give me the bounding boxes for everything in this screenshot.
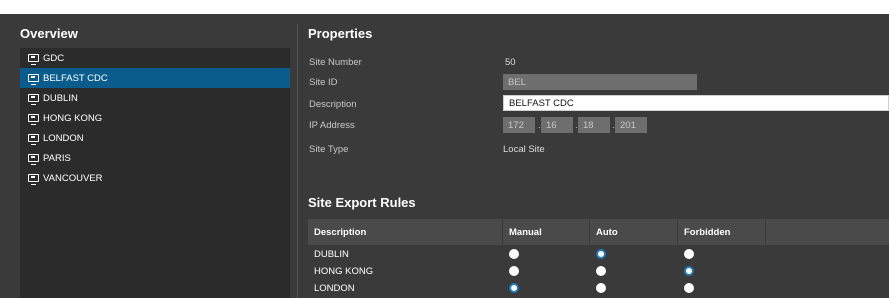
site-item-label: PARIS	[43, 152, 71, 164]
panel-divider	[297, 24, 298, 298]
properties-title: Properties	[308, 26, 373, 41]
site-export-rules-title: Site Export Rules	[308, 195, 416, 210]
site-icon	[28, 94, 39, 105]
auto-radio[interactable]	[596, 249, 606, 259]
site-icon	[28, 74, 39, 85]
ip-address-label: IP Address	[309, 120, 355, 131]
site-item-label: HONG KONG	[43, 112, 103, 124]
site-number-value: 50	[505, 57, 516, 68]
column-separator	[677, 219, 678, 245]
site-item-label: GDC	[43, 52, 65, 64]
ip-octet-3[interactable]: 18	[578, 117, 610, 133]
column-header-forbidden: Forbidden	[684, 227, 731, 238]
site-id-label: Site ID	[309, 77, 338, 88]
site-item-vancouver[interactable]: VANCOUVER	[20, 168, 290, 188]
rule-site-name: DUBLIN	[314, 249, 349, 260]
app-window: Overview GDC BELFAST CDC DUBLIN HONG KON…	[0, 14, 889, 298]
ip-octet-4[interactable]: 201	[615, 117, 647, 133]
description-input[interactable]: BELFAST CDC	[503, 95, 889, 111]
column-header-description: Description	[314, 227, 367, 238]
forbidden-radio[interactable]	[684, 249, 694, 259]
site-icon	[28, 154, 39, 165]
rules-table-header: Description Manual Auto Forbidden	[308, 219, 889, 245]
site-type-value: Local Site	[503, 144, 545, 155]
overview-panel: Overview GDC BELFAST CDC DUBLIN HONG KON…	[11, 14, 290, 298]
site-icon	[28, 134, 39, 145]
forbidden-radio[interactable]	[684, 283, 694, 293]
site-item-belfast-cdc[interactable]: BELFAST CDC	[20, 68, 290, 88]
overview-title: Overview	[20, 26, 78, 41]
column-header-manual: Manual	[509, 227, 542, 238]
site-item-gdc[interactable]: GDC	[20, 48, 290, 68]
site-item-label: VANCOUVER	[43, 172, 103, 184]
auto-radio[interactable]	[596, 266, 606, 276]
table-row: LONDON	[308, 280, 889, 297]
column-header-auto: Auto	[596, 227, 618, 238]
manual-radio[interactable]	[509, 266, 519, 276]
auto-radio[interactable]	[596, 283, 606, 293]
site-item-label: DUBLIN	[43, 92, 78, 104]
manual-radio[interactable]	[509, 249, 519, 259]
ip-octet-1[interactable]: 172	[503, 117, 535, 133]
site-icon	[28, 114, 39, 125]
rule-site-name: HONG KONG	[314, 266, 374, 277]
site-item-london[interactable]: LONDON	[20, 128, 290, 148]
rule-site-name: LONDON	[314, 283, 355, 294]
site-icon	[28, 54, 39, 65]
manual-radio[interactable]	[509, 283, 519, 293]
table-row: DUBLIN	[308, 246, 889, 263]
site-id-field: BEL	[503, 74, 697, 90]
site-item-label: BELFAST CDC	[43, 72, 108, 84]
forbidden-radio[interactable]	[684, 266, 694, 276]
site-icon	[28, 174, 39, 185]
column-separator	[502, 219, 503, 245]
table-row: HONG KONG	[308, 263, 889, 280]
site-number-label: Site Number	[309, 57, 362, 68]
site-item-label: LONDON	[43, 132, 84, 144]
site-type-label: Site Type	[309, 144, 349, 155]
ip-octet-2[interactable]: 16	[541, 117, 573, 133]
column-separator	[765, 219, 766, 245]
site-item-paris[interactable]: PARIS	[20, 148, 290, 168]
site-item-dublin[interactable]: DUBLIN	[20, 88, 290, 108]
description-label: Description	[309, 99, 357, 110]
column-separator	[589, 219, 590, 245]
site-list: GDC BELFAST CDC DUBLIN HONG KONG LONDON …	[20, 48, 290, 298]
site-item-hong-kong[interactable]: HONG KONG	[20, 108, 290, 128]
